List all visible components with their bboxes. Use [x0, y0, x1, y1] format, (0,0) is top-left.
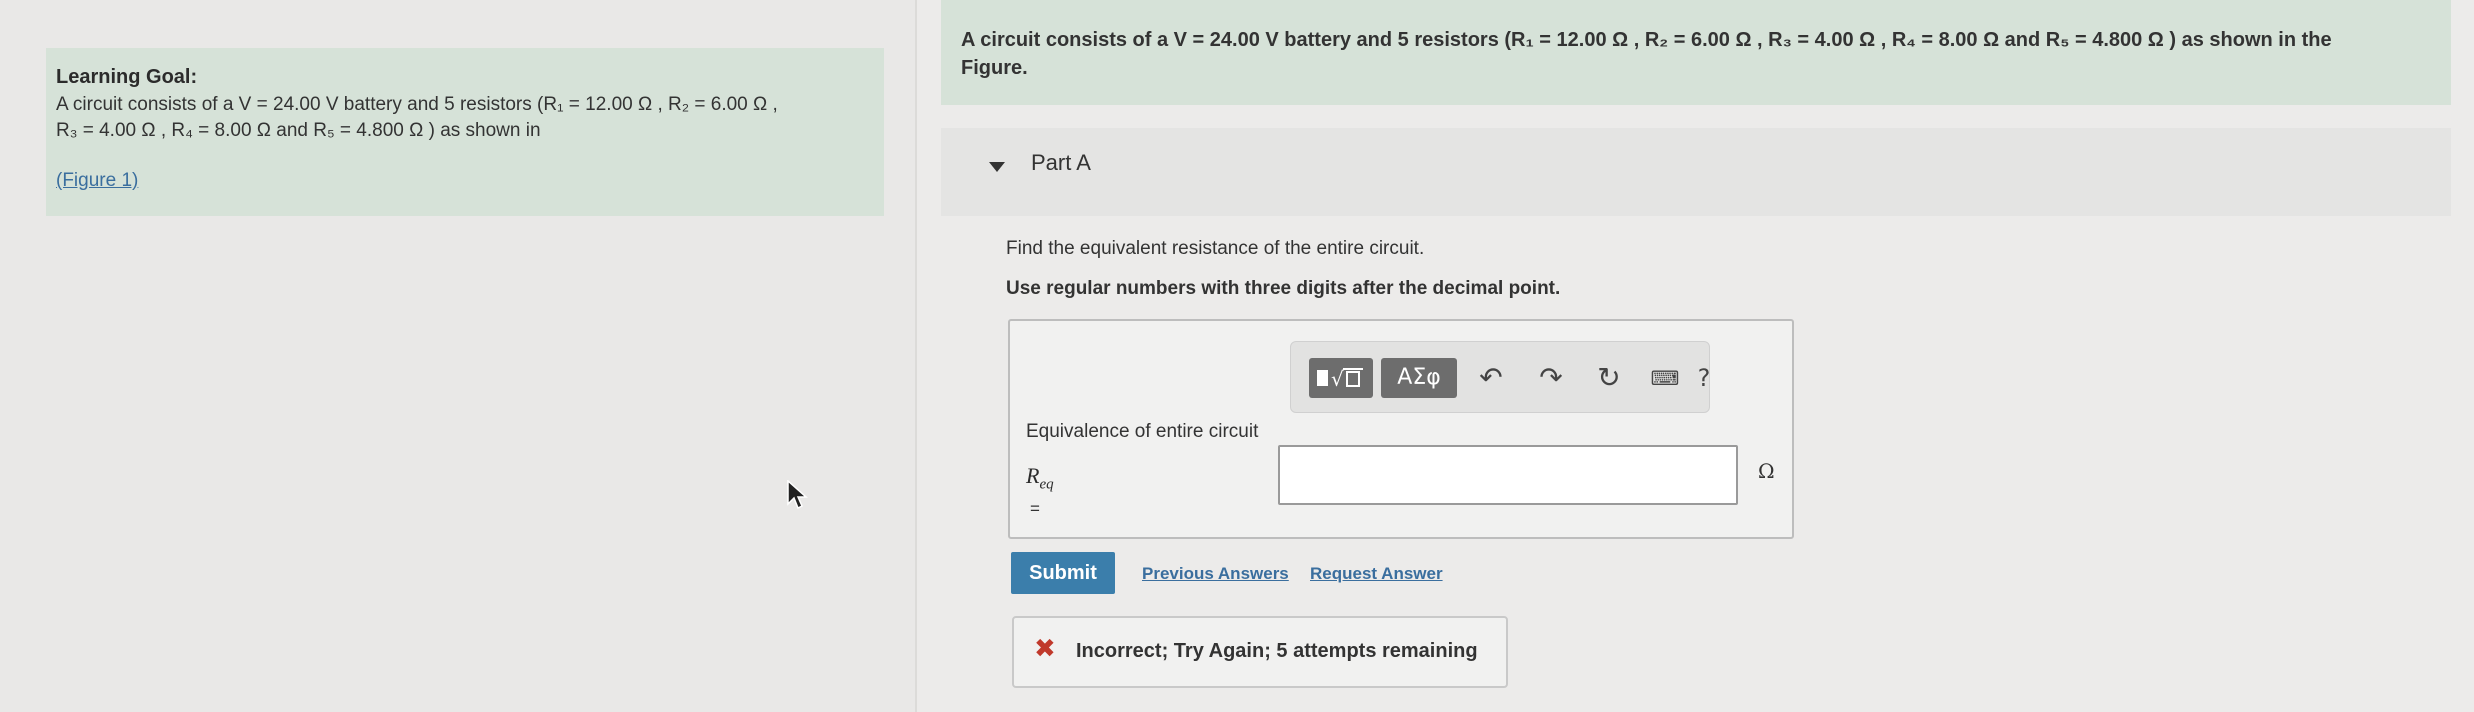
part-a-label: Part A	[1031, 150, 1091, 175]
question-statement: A circuit consists of a V = 24.00 V batt…	[941, 0, 2451, 105]
help-icon[interactable]: ?	[1689, 356, 1719, 400]
unit-label: Ω	[1758, 459, 1775, 483]
question-line-1: A circuit consists of a V = 24.00 V batt…	[961, 29, 2332, 51]
undo-icon[interactable]: ↶	[1469, 356, 1513, 400]
figure-link[interactable]: (Figure 1)	[56, 168, 138, 194]
question-prompt: Find the equivalent resistance of the en…	[1006, 238, 1425, 259]
answer-area: √ ΑΣφ ↶ ↷ ↻ ⌨ ? Equivalence of entire ci…	[1008, 319, 1794, 539]
templates-button[interactable]: √	[1309, 358, 1373, 398]
feedback-text: Incorrect; Try Again; 5 attempts remaini…	[1076, 640, 1478, 662]
previous-answers-link[interactable]: Previous Answers	[1142, 564, 1289, 584]
question-line-2: Figure.	[961, 57, 1028, 79]
answer-variable: Req	[1026, 463, 1054, 493]
answer-input[interactable]	[1278, 445, 1738, 505]
feedback-box: ✖ Incorrect; Try Again; 5 attempts remai…	[1012, 616, 1508, 688]
left-panel: Learning Goal: A circuit consists of a V…	[0, 0, 917, 712]
variable-symbol: R	[1026, 463, 1040, 488]
reset-icon[interactable]: ↻	[1587, 356, 1631, 400]
math-toolbar: √ ΑΣφ ↶ ↷ ↻ ⌨ ?	[1290, 341, 1710, 413]
learning-goal-title: Learning Goal:	[56, 66, 198, 88]
mouse-pointer-icon	[787, 480, 808, 510]
redo-icon[interactable]: ↷	[1529, 356, 1573, 400]
incorrect-icon: ✖	[1034, 634, 1056, 664]
part-a-header[interactable]: Part A	[941, 128, 2451, 216]
greek-symbols-button[interactable]: ΑΣφ	[1381, 358, 1457, 398]
answer-format-instruction: Use regular numbers with three digits af…	[1006, 278, 1561, 299]
request-answer-link[interactable]: Request Answer	[1310, 564, 1443, 584]
learning-goal-line-1: A circuit consists of a V = 24.00 V batt…	[56, 94, 778, 115]
templates-icon: √	[1317, 367, 1363, 391]
equals-sign: =	[1030, 499, 1040, 518]
submit-button[interactable]: Submit	[1011, 552, 1115, 594]
learning-goal-box: Learning Goal: A circuit consists of a V…	[46, 48, 884, 216]
collapse-caret-icon	[989, 162, 1005, 172]
variable-subscript: eq	[1039, 476, 1054, 493]
keyboard-icon[interactable]: ⌨	[1643, 356, 1687, 400]
learning-goal-line-2: R₃ = 4.00 Ω , R₄ = 8.00 Ω and R₅ = 4.800…	[56, 120, 541, 141]
answer-label: Equivalence of entire circuit	[1026, 421, 1259, 442]
svg-text:√: √	[1331, 367, 1344, 391]
